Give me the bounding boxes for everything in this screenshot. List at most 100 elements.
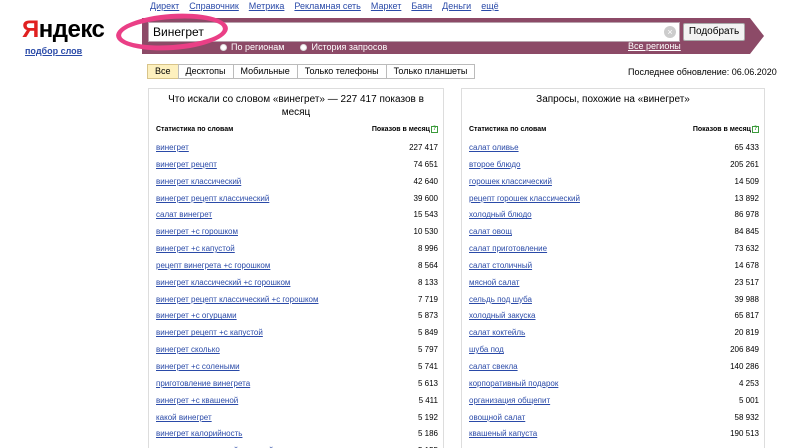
- phrase-link[interactable]: винегрет калорийность: [156, 429, 242, 438]
- radio-circle-icon: [220, 43, 227, 51]
- help-icon[interactable]: ?: [752, 126, 759, 133]
- radio-query-history[interactable]: История запросов: [300, 42, 387, 52]
- phrase-link[interactable]: винегрет рецепт классический: [156, 194, 269, 203]
- impressions-count: 5 411: [418, 395, 438, 405]
- phrase-link[interactable]: квашеный капуста: [469, 429, 537, 438]
- phrase-link[interactable]: шуба под: [469, 345, 504, 354]
- table-row: мясной салат 23 517: [462, 275, 764, 292]
- phrase-link[interactable]: салат свекла: [469, 362, 518, 371]
- impressions-count: 7 719: [417, 294, 438, 304]
- phrase-link[interactable]: винегрет сколько: [156, 345, 220, 354]
- phrase-link[interactable]: винегрет рецепт: [156, 160, 217, 169]
- phrase-link[interactable]: овощной салат: [469, 413, 525, 422]
- clear-icon[interactable]: ×: [664, 26, 676, 38]
- impressions-count: 8 133: [417, 277, 438, 287]
- table-row: холодный закуска 65 817: [462, 308, 764, 325]
- topnav-link[interactable]: Рекламная сеть: [294, 1, 360, 13]
- column-header-count-label: Показов в месяц: [371, 126, 430, 133]
- impressions-count: 5 849: [417, 328, 438, 338]
- column-header: Статистика по словам Показов в месяц?: [462, 126, 764, 136]
- tab-0[interactable]: Все: [147, 64, 179, 79]
- tab-4[interactable]: Только планшеты: [385, 64, 476, 79]
- phrase-link[interactable]: второе блюдо: [469, 160, 521, 169]
- impressions-count: 39 600: [413, 193, 438, 203]
- phrase-link[interactable]: винегрет +с квашеной: [156, 396, 238, 405]
- table-row: салат винегрет 15 543: [149, 207, 443, 224]
- topnav-link[interactable]: Деньги: [442, 1, 471, 13]
- table-row: овощной салат 58 932: [462, 410, 764, 427]
- yandex-logo[interactable]: Яндекс: [22, 16, 105, 44]
- pick-button[interactable]: Подобрать: [683, 23, 745, 41]
- topnav-link[interactable]: Директ: [150, 1, 179, 13]
- last-updated: Последнее обновление: 06.06.2020: [628, 67, 777, 77]
- phrase-link[interactable]: организация общепит: [469, 396, 550, 405]
- phrase-link[interactable]: рецепт горошек классический: [469, 194, 580, 203]
- phrase-link[interactable]: рецепт винегрета +с горошком: [156, 261, 270, 270]
- phrase-link[interactable]: винегрет рецепт классический +с горошком: [156, 295, 318, 304]
- table-row: винегрет сколько 5 797: [149, 342, 443, 359]
- phrase-link[interactable]: салат столичный: [469, 261, 532, 270]
- phrase-link[interactable]: салат винегрет: [156, 210, 212, 219]
- radio-by-regions[interactable]: По регионам: [220, 42, 284, 52]
- phrase-link[interactable]: холодный блюдо: [469, 210, 532, 219]
- phrase-link[interactable]: винегрет рецепт +с капустой: [156, 328, 263, 337]
- table-row: винегрет рецепт классический +с горошком…: [149, 292, 443, 309]
- impressions-count: 10 530: [413, 227, 438, 237]
- table-row: винегрет калорийность 5 186: [149, 426, 443, 443]
- table-row: салат приготовление 73 632: [462, 241, 764, 258]
- impressions-count: 15 543: [413, 210, 438, 220]
- topnav-link[interactable]: Маркет: [371, 1, 401, 13]
- table-row: винегрет рецепт классический 39 600: [149, 191, 443, 208]
- topnav-link[interactable]: Справочник: [189, 1, 239, 13]
- phrase-link[interactable]: корпоративный подарок: [469, 379, 558, 388]
- impressions-count: 190 513: [730, 429, 759, 439]
- phrase-link[interactable]: приготовление винегрета: [156, 379, 250, 388]
- column-header: Статистика по словам Показов в месяц?: [149, 126, 443, 136]
- table-row: рецепт горошек классический 13 892: [462, 191, 764, 208]
- impressions-count: 65 817: [734, 311, 759, 321]
- impressions-count: 23 517: [734, 277, 759, 287]
- phrase-link[interactable]: мясной салат: [469, 278, 519, 287]
- phrase-link[interactable]: винегрет классический +с горошком: [156, 278, 290, 287]
- phrase-link[interactable]: винегрет +с горошком: [156, 227, 238, 236]
- table-row: салат коктейль 20 819: [462, 325, 764, 342]
- phrase-link[interactable]: винегрет классический: [156, 177, 241, 186]
- phrase-link[interactable]: какой винегрет: [156, 413, 212, 422]
- topnav-link[interactable]: Метрика: [249, 1, 285, 13]
- topnav-link[interactable]: ещё: [481, 1, 498, 13]
- column-header-count: Показов в месяц?: [372, 126, 438, 133]
- table-row: приготовление винегрета 5 613: [149, 376, 443, 393]
- impressions-count: 5 741: [417, 361, 438, 371]
- radio-circle-icon: [300, 43, 308, 51]
- impressions-count: 13 892: [734, 193, 759, 203]
- phrase-link[interactable]: салат овощ: [469, 227, 512, 236]
- table-row: квашеный капуста 190 513: [462, 426, 764, 443]
- column-header-phrase: Статистика по словам: [469, 126, 547, 133]
- impressions-count: 5 186: [417, 429, 438, 439]
- phrase-link[interactable]: салат оливье: [469, 143, 519, 152]
- logo-subtitle-link[interactable]: подбор слов: [25, 46, 82, 56]
- table-row: рецепт винегрета +с горошком 8 564: [149, 258, 443, 275]
- phrase-link[interactable]: сельдь под шуба: [469, 295, 532, 304]
- table-row: сельдь под шуба 39 988: [462, 292, 764, 309]
- table-row: винегрет +с солеными 5 741: [149, 359, 443, 376]
- tab-2[interactable]: Мобильные: [232, 64, 298, 79]
- phrase-link[interactable]: салат коктейль: [469, 328, 525, 337]
- phrase-link[interactable]: салат приготовление: [469, 244, 547, 253]
- phrase-link[interactable]: винегрет +с солеными: [156, 362, 240, 371]
- phrase-link[interactable]: винегрет +с капустой: [156, 244, 235, 253]
- help-icon[interactable]: ?: [431, 126, 438, 133]
- device-tabs: Все Десктопы Мобильные Только телефоны Тольк…: [147, 64, 476, 79]
- topnav-link[interactable]: Баян: [411, 1, 432, 13]
- phrase-link[interactable]: холодный закуска: [469, 311, 535, 320]
- phrase-link[interactable]: винегрет: [156, 143, 189, 152]
- column-header-count: Показов в месяц?: [693, 126, 759, 133]
- impressions-count: 227 417: [409, 143, 438, 152]
- impressions-count: 14 678: [734, 260, 759, 270]
- tab-3[interactable]: Только телефоны: [296, 64, 387, 79]
- tab-1[interactable]: Десктопы: [177, 64, 234, 79]
- all-regions-link[interactable]: Все регионы: [628, 41, 681, 51]
- phrase-link[interactable]: винегрет +с огурцами: [156, 311, 237, 320]
- phrase-link[interactable]: горошек классический: [469, 177, 552, 186]
- panel-similar-queries: Запросы, похожие на «винегрет» Статистик…: [461, 88, 765, 448]
